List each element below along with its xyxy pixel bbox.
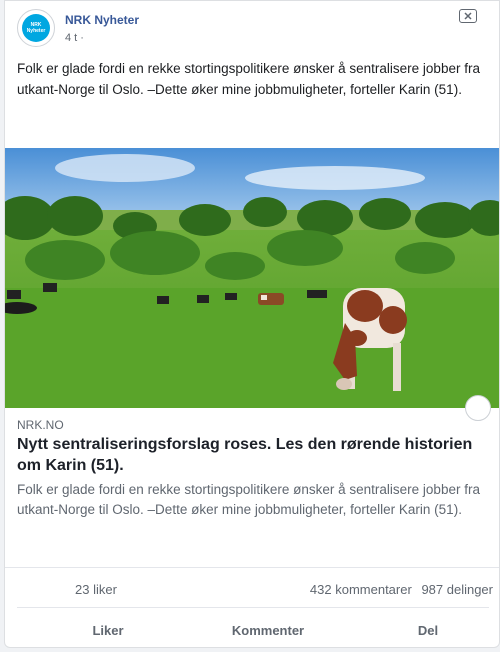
post-text: Folk er glade fordi en rekke stortingspo… [17,61,480,97]
divider [5,567,499,568]
engagement-stats: 23 liker 432 kommentarer 987 delinger [17,577,493,601]
shares-count[interactable]: 987 delinger [421,582,493,597]
close-icon [464,12,472,20]
page-name-link[interactable]: NRK Nyheter [65,13,139,27]
link-image[interactable] [5,148,499,408]
comments-count[interactable]: 432 kommentarer [310,582,412,597]
link-description: Folk er glade fordi en rekke stortingspo… [17,482,480,517]
divider [17,607,489,608]
like-button[interactable]: Liker [65,615,151,645]
close-button[interactable] [459,9,477,23]
nrk-logo-icon: NRK Nyheter [22,14,50,42]
post-card: NRK Nyheter NRK Nyheter 4 t · Folk er gl… [4,0,500,648]
post-timestamp[interactable]: 4 t · [65,32,84,44]
share-button[interactable]: Del [403,615,453,645]
link-title[interactable]: Nytt sentraliseringsforslag roses. Les d… [17,434,487,476]
comment-button[interactable]: Kommenter [225,615,311,645]
post-header: NRK Nyheter NRK Nyheter 4 t · [17,9,489,49]
likes-count[interactable]: 23 liker [75,582,117,597]
link-source: NRK.NO [17,418,64,432]
avatar-text-bottom: Nyheter [26,28,46,34]
save-button[interactable] [465,395,491,421]
avatar[interactable]: NRK Nyheter [17,9,55,47]
stats-right: 432 kommentarer 987 delinger [310,582,493,597]
cows-pasture-photo [5,148,499,408]
